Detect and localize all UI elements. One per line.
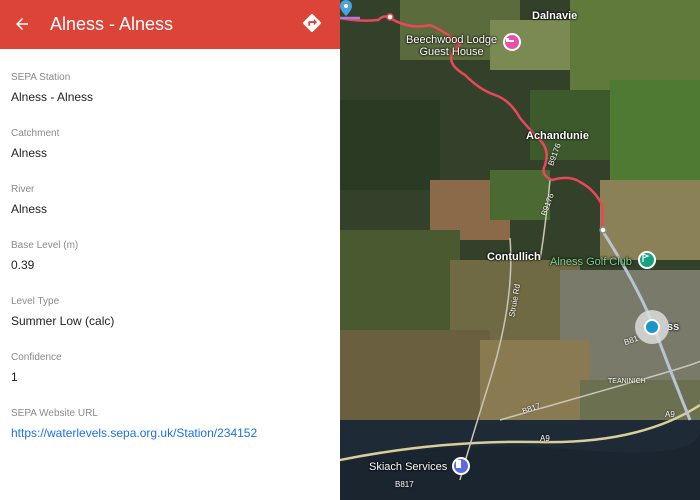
station-marker[interactable]	[635, 310, 669, 344]
field-label: SEPA Station	[11, 72, 71, 83]
map-imagery	[340, 0, 700, 500]
fuel-marker[interactable]	[452, 457, 470, 475]
app-header: Alness - Alness	[0, 0, 340, 49]
map-pin-icon[interactable]	[340, 0, 352, 16]
field-label: Catchment	[11, 128, 60, 139]
field-value: Alness - Alness	[11, 90, 94, 104]
golf-marker[interactable]	[638, 251, 656, 269]
hotel-marker[interactable]	[503, 33, 521, 51]
map-label-skiach: Skiach Services	[369, 461, 448, 473]
map-label-contullich: Contullich	[487, 251, 541, 263]
map-label-achandunie: Achandunie	[526, 130, 589, 142]
field-sepa-station: SEPA Station Alness - Alness	[11, 72, 331, 128]
field-value: 1	[11, 370, 18, 384]
fuel-icon	[456, 460, 461, 468]
arrow-left-icon	[16, 18, 28, 30]
map-label-golf-club: Alness Golf Club	[550, 256, 632, 268]
field-website-url: SEPA Website URL https://waterlevels.sep…	[11, 408, 331, 464]
field-river: River Alness	[11, 184, 331, 240]
page-title: Alness - Alness	[50, 14, 174, 34]
directions-button[interactable]	[299, 10, 325, 36]
field-value: 0.39	[11, 258, 35, 272]
field-label: Level Type	[11, 296, 60, 307]
golf-icon	[642, 253, 650, 262]
map-label-teaninich: TEANINICH	[608, 378, 646, 385]
field-label: Confidence	[11, 352, 62, 363]
sepa-website-link[interactable]: https://waterlevels.sepa.org.uk/Station/…	[11, 426, 331, 440]
field-level-type: Level Type Summer Low (calc)	[11, 296, 331, 352]
field-value: Alness	[11, 202, 48, 216]
map-label-dalnavie: Dalnavie	[532, 10, 578, 22]
water-station-icon	[644, 319, 660, 335]
satellite-map[interactable]: Dalnavie Beechwood Lodge Guest House Ach…	[340, 0, 700, 500]
field-label: Base Level (m)	[11, 240, 79, 251]
road-label-a9: A9	[540, 434, 550, 443]
field-label: River	[11, 184, 35, 195]
back-button[interactable]	[9, 11, 35, 37]
map-label-beechwood: Beechwood Lodge Guest House	[406, 34, 498, 58]
field-label: SEPA Website URL	[11, 408, 98, 419]
field-confidence: Confidence 1	[11, 352, 331, 408]
station-detail-panel: Alness - Alness SEPA Station Alness - Al…	[0, 0, 340, 500]
station-fields: SEPA Station Alness - Alness Catchment A…	[11, 72, 331, 464]
hotel-icon	[506, 38, 514, 42]
field-value: Alness	[11, 146, 48, 160]
field-value: Summer Low (calc)	[11, 314, 115, 328]
road-label-b817-b: B817	[395, 480, 414, 489]
field-base-level: Base Level (m) 0.39	[11, 240, 331, 296]
road-label-a9-b: A9	[665, 410, 675, 419]
directions-icon	[302, 13, 322, 33]
field-catchment: Catchment Alness	[11, 128, 331, 184]
